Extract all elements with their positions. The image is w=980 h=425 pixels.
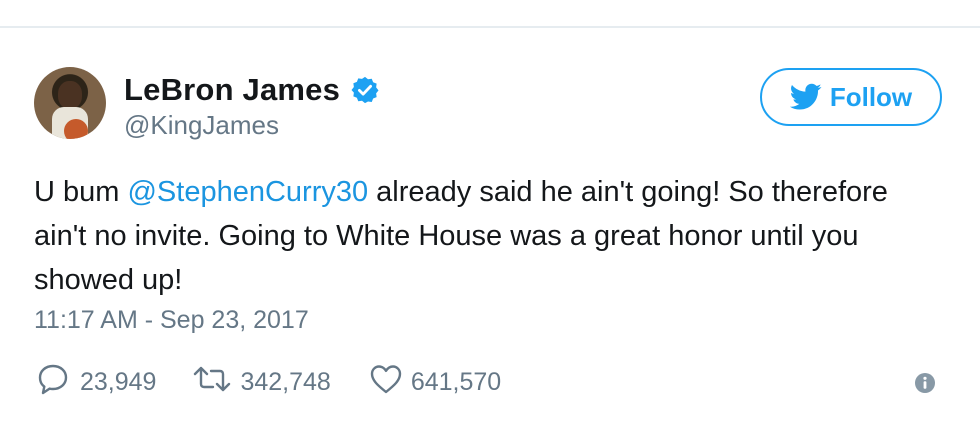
twitter-bird-icon	[789, 83, 822, 111]
retweet-icon	[192, 364, 232, 401]
reply-count: 23,949	[80, 367, 157, 396]
info-icon[interactable]	[914, 372, 936, 394]
tweet-text: U bum @StephenCurry30 already said he ai…	[34, 170, 914, 302]
follow-button[interactable]: Follow	[760, 68, 942, 126]
reply-icon	[36, 363, 70, 402]
tweet-actions: 23,949 342,748 641,570	[34, 362, 501, 402]
top-divider	[0, 26, 980, 28]
reply-button[interactable]: 23,949	[36, 363, 156, 402]
like-button[interactable]: 641,570	[369, 363, 501, 402]
retweet-count: 342,748	[240, 367, 331, 396]
display-name[interactable]: LeBron James	[124, 72, 340, 108]
mention-link[interactable]: @StephenCurry30	[127, 176, 368, 208]
retweet-button[interactable]: 342,748	[192, 364, 331, 401]
user-handle[interactable]: @KingJames	[124, 110, 279, 141]
avatar[interactable]	[34, 67, 106, 139]
name-row: LeBron James	[124, 72, 380, 108]
tweet-timestamp[interactable]: 11:17 AM - Sep 23, 2017	[34, 306, 309, 335]
verified-badge-icon	[350, 75, 380, 105]
like-count: 641,570	[410, 367, 502, 396]
heart-icon	[369, 363, 403, 402]
tweet-text-part: U bum	[34, 176, 128, 208]
follow-button-label: Follow	[829, 81, 913, 112]
